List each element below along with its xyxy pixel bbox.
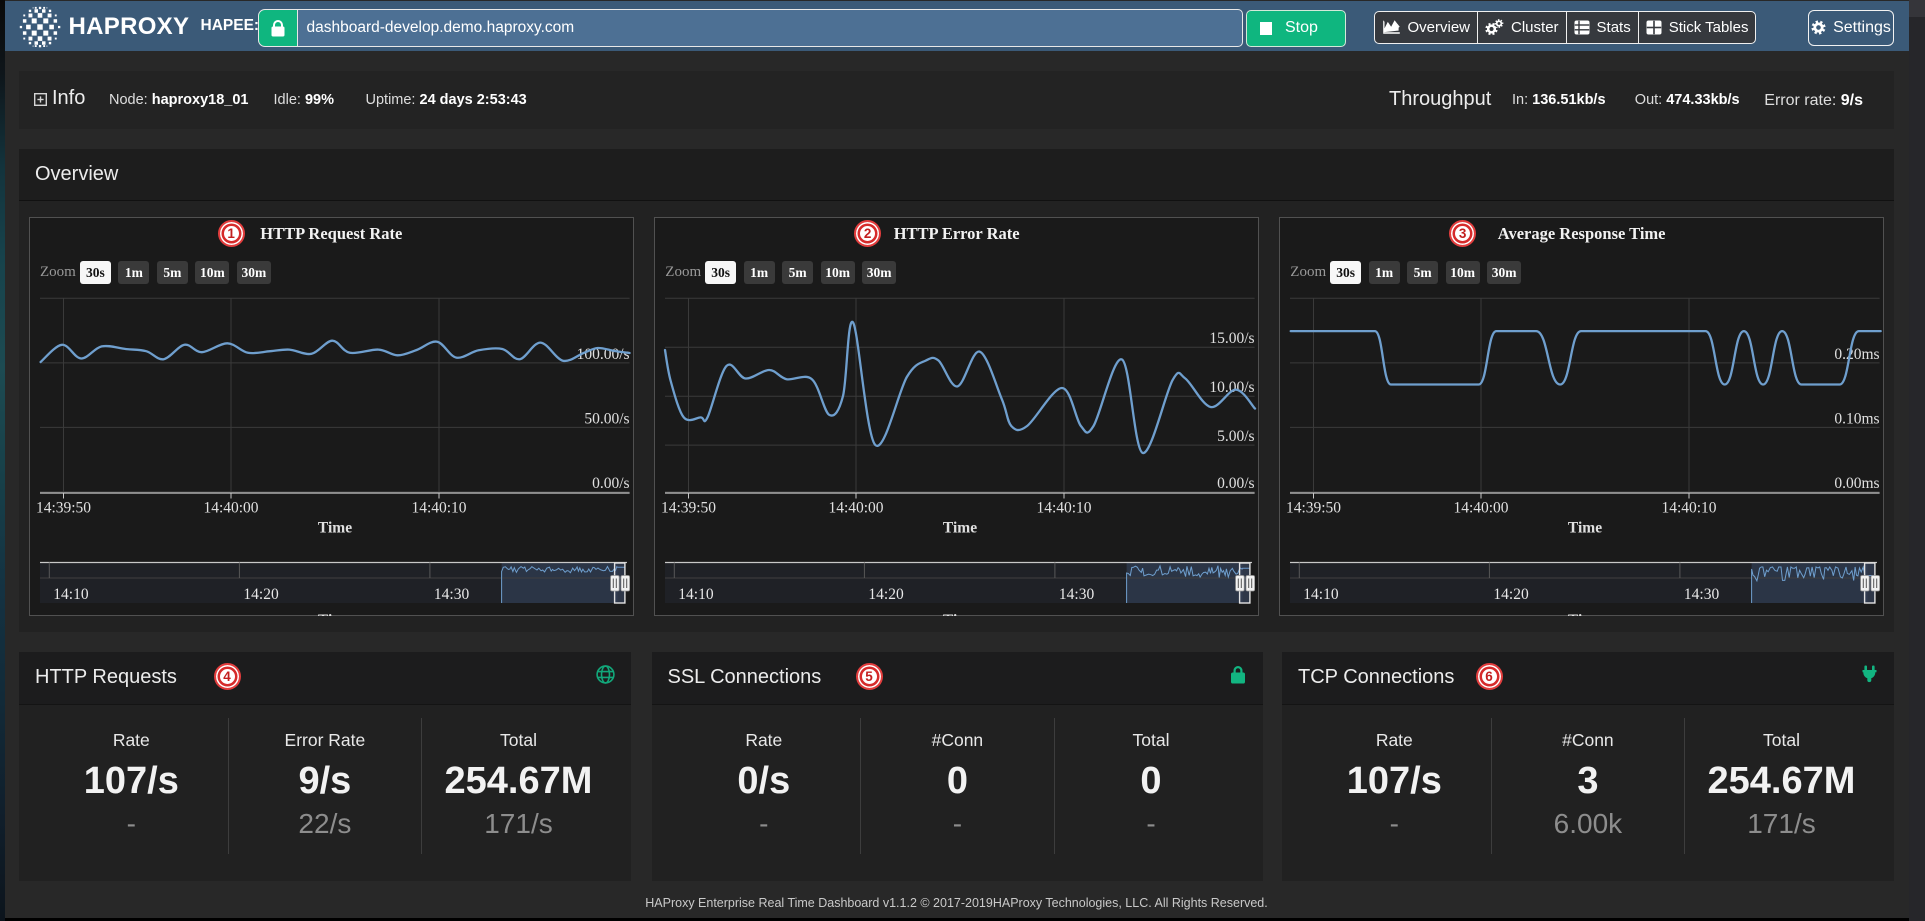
svg-text:Time: Time (318, 612, 352, 616)
svg-text:Time: Time (943, 519, 977, 536)
svg-text:14:30: 14:30 (1684, 586, 1720, 603)
svg-text:15.00/s: 15.00/s (1210, 330, 1255, 347)
svg-text:14:30: 14:30 (434, 586, 470, 603)
svg-text:14:10: 14:10 (679, 586, 715, 603)
svg-text:14:40:10: 14:40:10 (1662, 499, 1717, 516)
svg-text:Time: Time (318, 519, 352, 536)
svg-text:14:20: 14:20 (243, 586, 279, 603)
svg-text:14:20: 14:20 (869, 586, 905, 603)
svg-text:14:40:00: 14:40:00 (829, 499, 884, 516)
svg-text:14:40:00: 14:40:00 (1454, 499, 1509, 516)
svg-text:0.00/s: 0.00/s (1217, 475, 1254, 492)
svg-text:14:40:10: 14:40:10 (1037, 499, 1092, 516)
svg-text:14:30: 14:30 (1059, 586, 1095, 603)
svg-text:14:39:50: 14:39:50 (1286, 499, 1341, 516)
svg-text:0.10ms: 0.10ms (1835, 410, 1880, 427)
svg-text:10.00/s: 10.00/s (1210, 379, 1255, 396)
svg-text:14:40:00: 14:40:00 (203, 499, 258, 516)
svg-text:Time: Time (943, 612, 977, 616)
svg-text:Time: Time (1568, 612, 1602, 616)
svg-text:14:10: 14:10 (1304, 586, 1340, 603)
svg-text:14:20: 14:20 (1494, 586, 1530, 603)
svg-text:14:40:10: 14:40:10 (411, 499, 466, 516)
svg-text:14:39:50: 14:39:50 (36, 499, 91, 516)
svg-text:14:39:50: 14:39:50 (661, 499, 716, 516)
svg-text:0.00ms: 0.00ms (1835, 475, 1880, 492)
svg-text:14:10: 14:10 (53, 586, 89, 603)
svg-text:0.20ms: 0.20ms (1835, 346, 1880, 363)
svg-text:0.00/s: 0.00/s (592, 475, 629, 492)
svg-text:Time: Time (1568, 519, 1602, 536)
svg-text:50.00/s: 50.00/s (584, 410, 629, 427)
svg-text:5.00/s: 5.00/s (1217, 428, 1254, 445)
